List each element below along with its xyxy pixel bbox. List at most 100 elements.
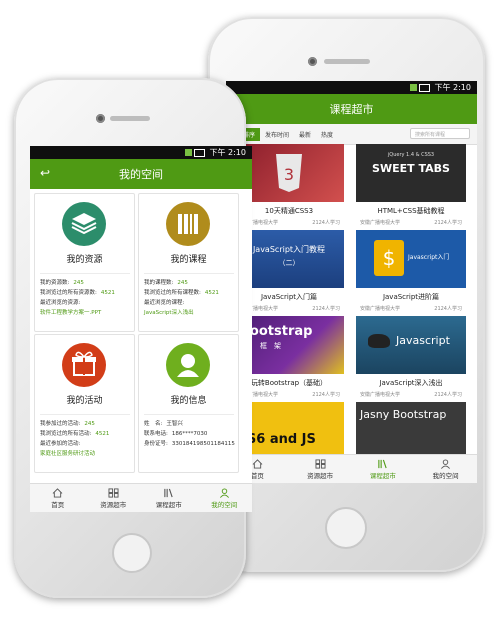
row-label: 最近浏览的资源:	[40, 300, 81, 306]
rhino-icon	[368, 334, 390, 348]
tab-label: 课程超市	[155, 500, 182, 509]
thumb-title: SWEET TABS	[372, 162, 450, 175]
recent-resource-link[interactable]: 软件工程教学方案一.PPT	[40, 308, 101, 318]
course-learner-count: 2124人学习	[312, 392, 340, 398]
card-title: 我的资源	[66, 255, 103, 265]
user-icon	[441, 458, 451, 469]
course-school: 安徽广播电视大学	[360, 220, 401, 226]
filter-bar: 综合排序 发布时间 最新 热度 搜索所有课程	[226, 124, 477, 145]
battery-icon	[419, 83, 431, 92]
course-thumbnail: Jasny Bootstrap	[356, 402, 466, 456]
course-grid: 3 10天精通CSS3 安徽广播电视大学 2124人学习 jQuery 1.4 &…	[226, 144, 477, 456]
course-learner-count: 2124人学习	[434, 306, 462, 312]
home-button[interactable]	[325, 507, 367, 549]
back-icon[interactable]: ↩	[40, 166, 50, 180]
home-button[interactable]	[112, 533, 152, 573]
my-activities-card[interactable]: 我的活动 我参加过的活动: 245 我浏览过的所有活动: 4521 最近参加的活动:…	[34, 334, 135, 473]
tab-label: 我的空间	[432, 471, 459, 480]
phone-speaker	[324, 59, 370, 64]
course-learner-count: 2124人学习	[434, 220, 462, 226]
course-market-screen: 下午 2:10 课程超市 综合排序 发布时间 最新 热度 搜索所有课程 3 10…	[226, 81, 477, 483]
filter-publish-time[interactable]: 发布时间	[260, 128, 294, 141]
filter-popularity[interactable]: 热度	[316, 128, 338, 141]
course-learner-count: 2124人学习	[312, 220, 340, 226]
grid-icon	[108, 487, 119, 498]
row-label: 联系电话:	[144, 431, 168, 437]
row-label: 我浏览过的所有活动:	[40, 431, 92, 437]
tab-resource-market[interactable]: 资源超市	[289, 455, 352, 483]
home-icon	[52, 487, 63, 498]
course-school: 安徽广播电视大学	[360, 306, 401, 312]
phone-speaker	[110, 116, 150, 121]
row-value: 245	[177, 280, 188, 286]
row-label: 最近浏览的课程:	[144, 300, 185, 306]
tab-course-market[interactable]: 课程超市	[352, 455, 415, 483]
status-time: 下午 2:10	[209, 148, 246, 157]
course-market-header: 课程超市	[226, 94, 477, 124]
my-space-screen: 下午 2:10 ↩ 我的空间 我的资源 我的资源数: 245 我浏览过的所有资源数…	[30, 146, 252, 512]
phone-left: 下午 2:10 ↩ 我的空间 我的资源 我的资源数: 245 我浏览过的所有资源数…	[14, 78, 252, 598]
js-logo-icon: $	[374, 240, 404, 276]
row-label: 最近参加的活动:	[40, 441, 81, 447]
tab-course-market[interactable]: 课程超市	[141, 484, 197, 512]
tab-my-space[interactable]: 我的空间	[414, 455, 477, 483]
course-card[interactable]: Javascript JavaScript深入浅出 安徽广播电视大学 2124人学…	[356, 316, 466, 398]
tab-my-space[interactable]: 我的空间	[197, 484, 253, 512]
card-title: 我的活动	[66, 396, 103, 406]
course-thumbnail: $ Javascript入门	[356, 230, 466, 288]
status-bar: 下午 2:10	[30, 146, 252, 159]
recent-course-link[interactable]: JavaScript深入浅出	[144, 308, 194, 318]
row-value: 330184198501184115	[171, 441, 235, 447]
row-value: 4521	[95, 431, 110, 437]
tab-label: 首页	[250, 471, 264, 480]
course-thumbnail: jQuery 1.4 & CSS3 SWEET TABS	[356, 144, 466, 202]
books-icon	[164, 488, 173, 497]
row-label: 姓 名:	[144, 421, 163, 427]
recent-activity-link[interactable]: 家庭社区服务研讨活动	[40, 449, 95, 459]
row-label: 我浏览过的所有课程数:	[144, 290, 201, 296]
signal-icon	[410, 84, 418, 91]
status-bar: 下午 2:10	[226, 81, 477, 94]
thumb-title: Javascript	[396, 334, 450, 347]
signal-icon	[185, 149, 193, 156]
course-name: JavaScript进阶篇	[382, 293, 440, 301]
row-value: 245	[84, 421, 95, 427]
filter-latest[interactable]: 最新	[294, 128, 316, 141]
books-icon	[166, 202, 210, 246]
course-card[interactable]: $ Javascript入门 JavaScript进阶篇 安徽广播电视大学 212…	[356, 230, 466, 312]
tab-label: 课程超市	[369, 471, 396, 480]
page-title: 我的空间	[119, 168, 163, 181]
course-thumbnail: Javascript	[356, 316, 466, 374]
row-value: 王智兴	[166, 421, 183, 427]
course-name: HTML+CSS基础教程	[377, 207, 445, 215]
tab-label: 资源超市	[307, 471, 334, 480]
course-name: JavaScript深入浅出	[379, 379, 443, 387]
course-search-input[interactable]: 搜索所有课程	[410, 128, 470, 139]
tab-resource-market[interactable]: 资源超市	[86, 484, 142, 512]
grid-icon	[315, 458, 326, 469]
status-time: 下午 2:10	[434, 83, 471, 92]
page-title: 课程超市	[329, 103, 374, 116]
home-icon	[252, 458, 263, 469]
books-icon	[378, 459, 388, 468]
course-card[interactable]: jQuery 1.4 & CSS3 SWEET TABS HTML+CSS基础教…	[356, 144, 466, 226]
svg-text:3: 3	[284, 165, 294, 184]
course-learner-count: 2124人学习	[312, 306, 340, 312]
thumb-subtitle: jQuery 1.4 & CSS3	[387, 152, 435, 158]
bottom-tab-bar: 首页 资源超市 课程超市 我的空间	[226, 454, 477, 483]
stack-icon	[62, 202, 106, 246]
row-label: 身份证号:	[144, 441, 168, 447]
row-value: 186****7030	[171, 431, 208, 437]
course-learner-count: 2124人学习	[434, 392, 462, 398]
my-info-card[interactable]: 我的信息 姓 名: 王智兴 联系电话: 186****7030 身份证号: 33018…	[138, 334, 239, 473]
phone-camera	[96, 114, 105, 123]
thumb-title: Javascript入门	[408, 254, 450, 261]
tab-home[interactable]: 首页	[30, 484, 86, 512]
row-label: 我的资源数:	[40, 280, 70, 286]
my-space-header: ↩ 我的空间	[30, 159, 252, 189]
course-card[interactable]: Jasny Bootstrap	[356, 402, 466, 456]
my-courses-card[interactable]: 我的课程 我的课程数: 245 我浏览过的所有课程数: 4521 最近浏览的课程: …	[138, 193, 239, 332]
tab-label: 我的空间	[211, 500, 238, 509]
user-icon	[166, 343, 210, 387]
my-resources-card[interactable]: 我的资源 我的资源数: 245 我浏览过的所有资源数: 4521 最近浏览的资源: …	[34, 193, 135, 332]
